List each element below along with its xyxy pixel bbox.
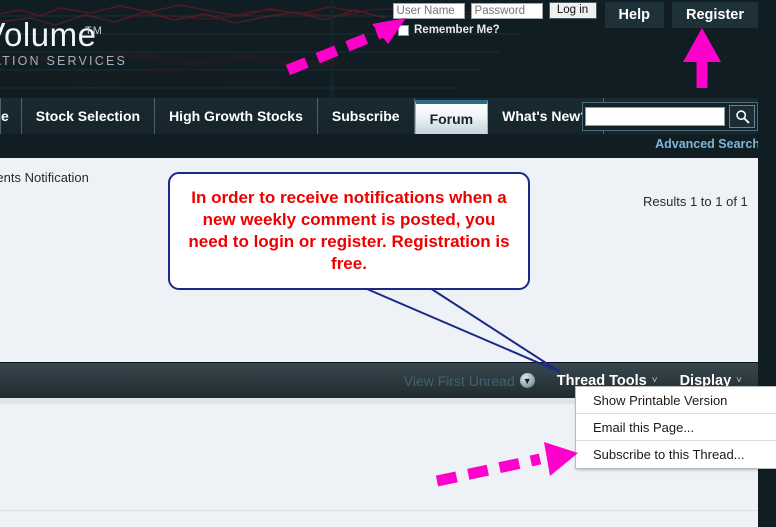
menu-item-email-this-page[interactable]: Email this Page...	[576, 414, 776, 441]
menu-item-show-printable-version[interactable]: Show Printable Version	[576, 387, 776, 414]
thread-tools-dropdown: Show Printable Version Email this Page..…	[575, 386, 776, 469]
page-root: ive Volume TM INFORMATION SERVICES Log i…	[0, 0, 776, 527]
menu-item-subscribe-to-this-thread[interactable]: Subscribe to this Thread...	[576, 441, 776, 468]
callout-text: In order to receive notifications when a…	[188, 188, 510, 273]
annotation-callout: In order to receive notifications when a…	[168, 172, 530, 290]
